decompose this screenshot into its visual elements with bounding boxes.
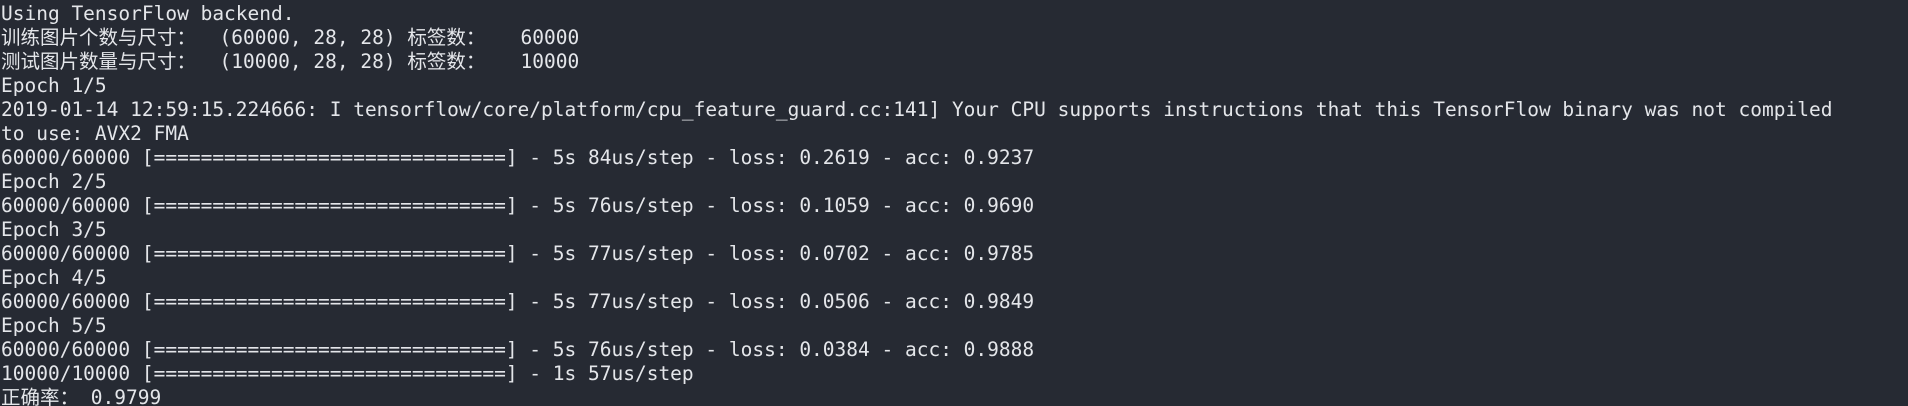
terminal-output[interactable]: Using TensorFlow backend. 训练图片个数与尺寸： (60…	[0, 0, 1908, 406]
terminal-line-epoch-4: Epoch 4/5	[1, 266, 107, 289]
terminal-line-train-shape: 训练图片个数与尺寸： (60000, 28, 28) 标签数： 60000	[1, 26, 580, 49]
terminal-line-progress-3: 60000/60000 [===========================…	[1, 242, 1035, 265]
terminal-line-epoch-2: Epoch 2/5	[1, 170, 107, 193]
terminal-line-progress-2: 60000/60000 [===========================…	[1, 194, 1035, 217]
terminal-line-test-shape: 测试图片数量与尺寸： (10000, 28, 28) 标签数： 10000	[1, 50, 580, 73]
terminal-line-epoch-3: Epoch 3/5	[1, 218, 107, 241]
terminal-line-epoch-5: Epoch 5/5	[1, 314, 107, 337]
terminal-line-epoch-1: Epoch 1/5	[1, 74, 107, 97]
terminal-line-progress-5: 60000/60000 [===========================…	[1, 338, 1035, 361]
terminal-line-backend: Using TensorFlow backend.	[1, 2, 295, 25]
terminal-line-progress-1: 60000/60000 [===========================…	[1, 146, 1035, 169]
terminal-line-eval-progress: 10000/10000 [===========================…	[1, 362, 694, 385]
terminal-line-accuracy: 正确率： 0.9799	[1, 386, 162, 406]
terminal-line-cpu-warning: 2019-01-14 12:59:15.224666: I tensorflow…	[1, 98, 1833, 121]
terminal-line-progress-4: 60000/60000 [===========================…	[1, 290, 1035, 313]
terminal-line-cpu-warning-cont: to use: AVX2 FMA	[1, 122, 189, 145]
